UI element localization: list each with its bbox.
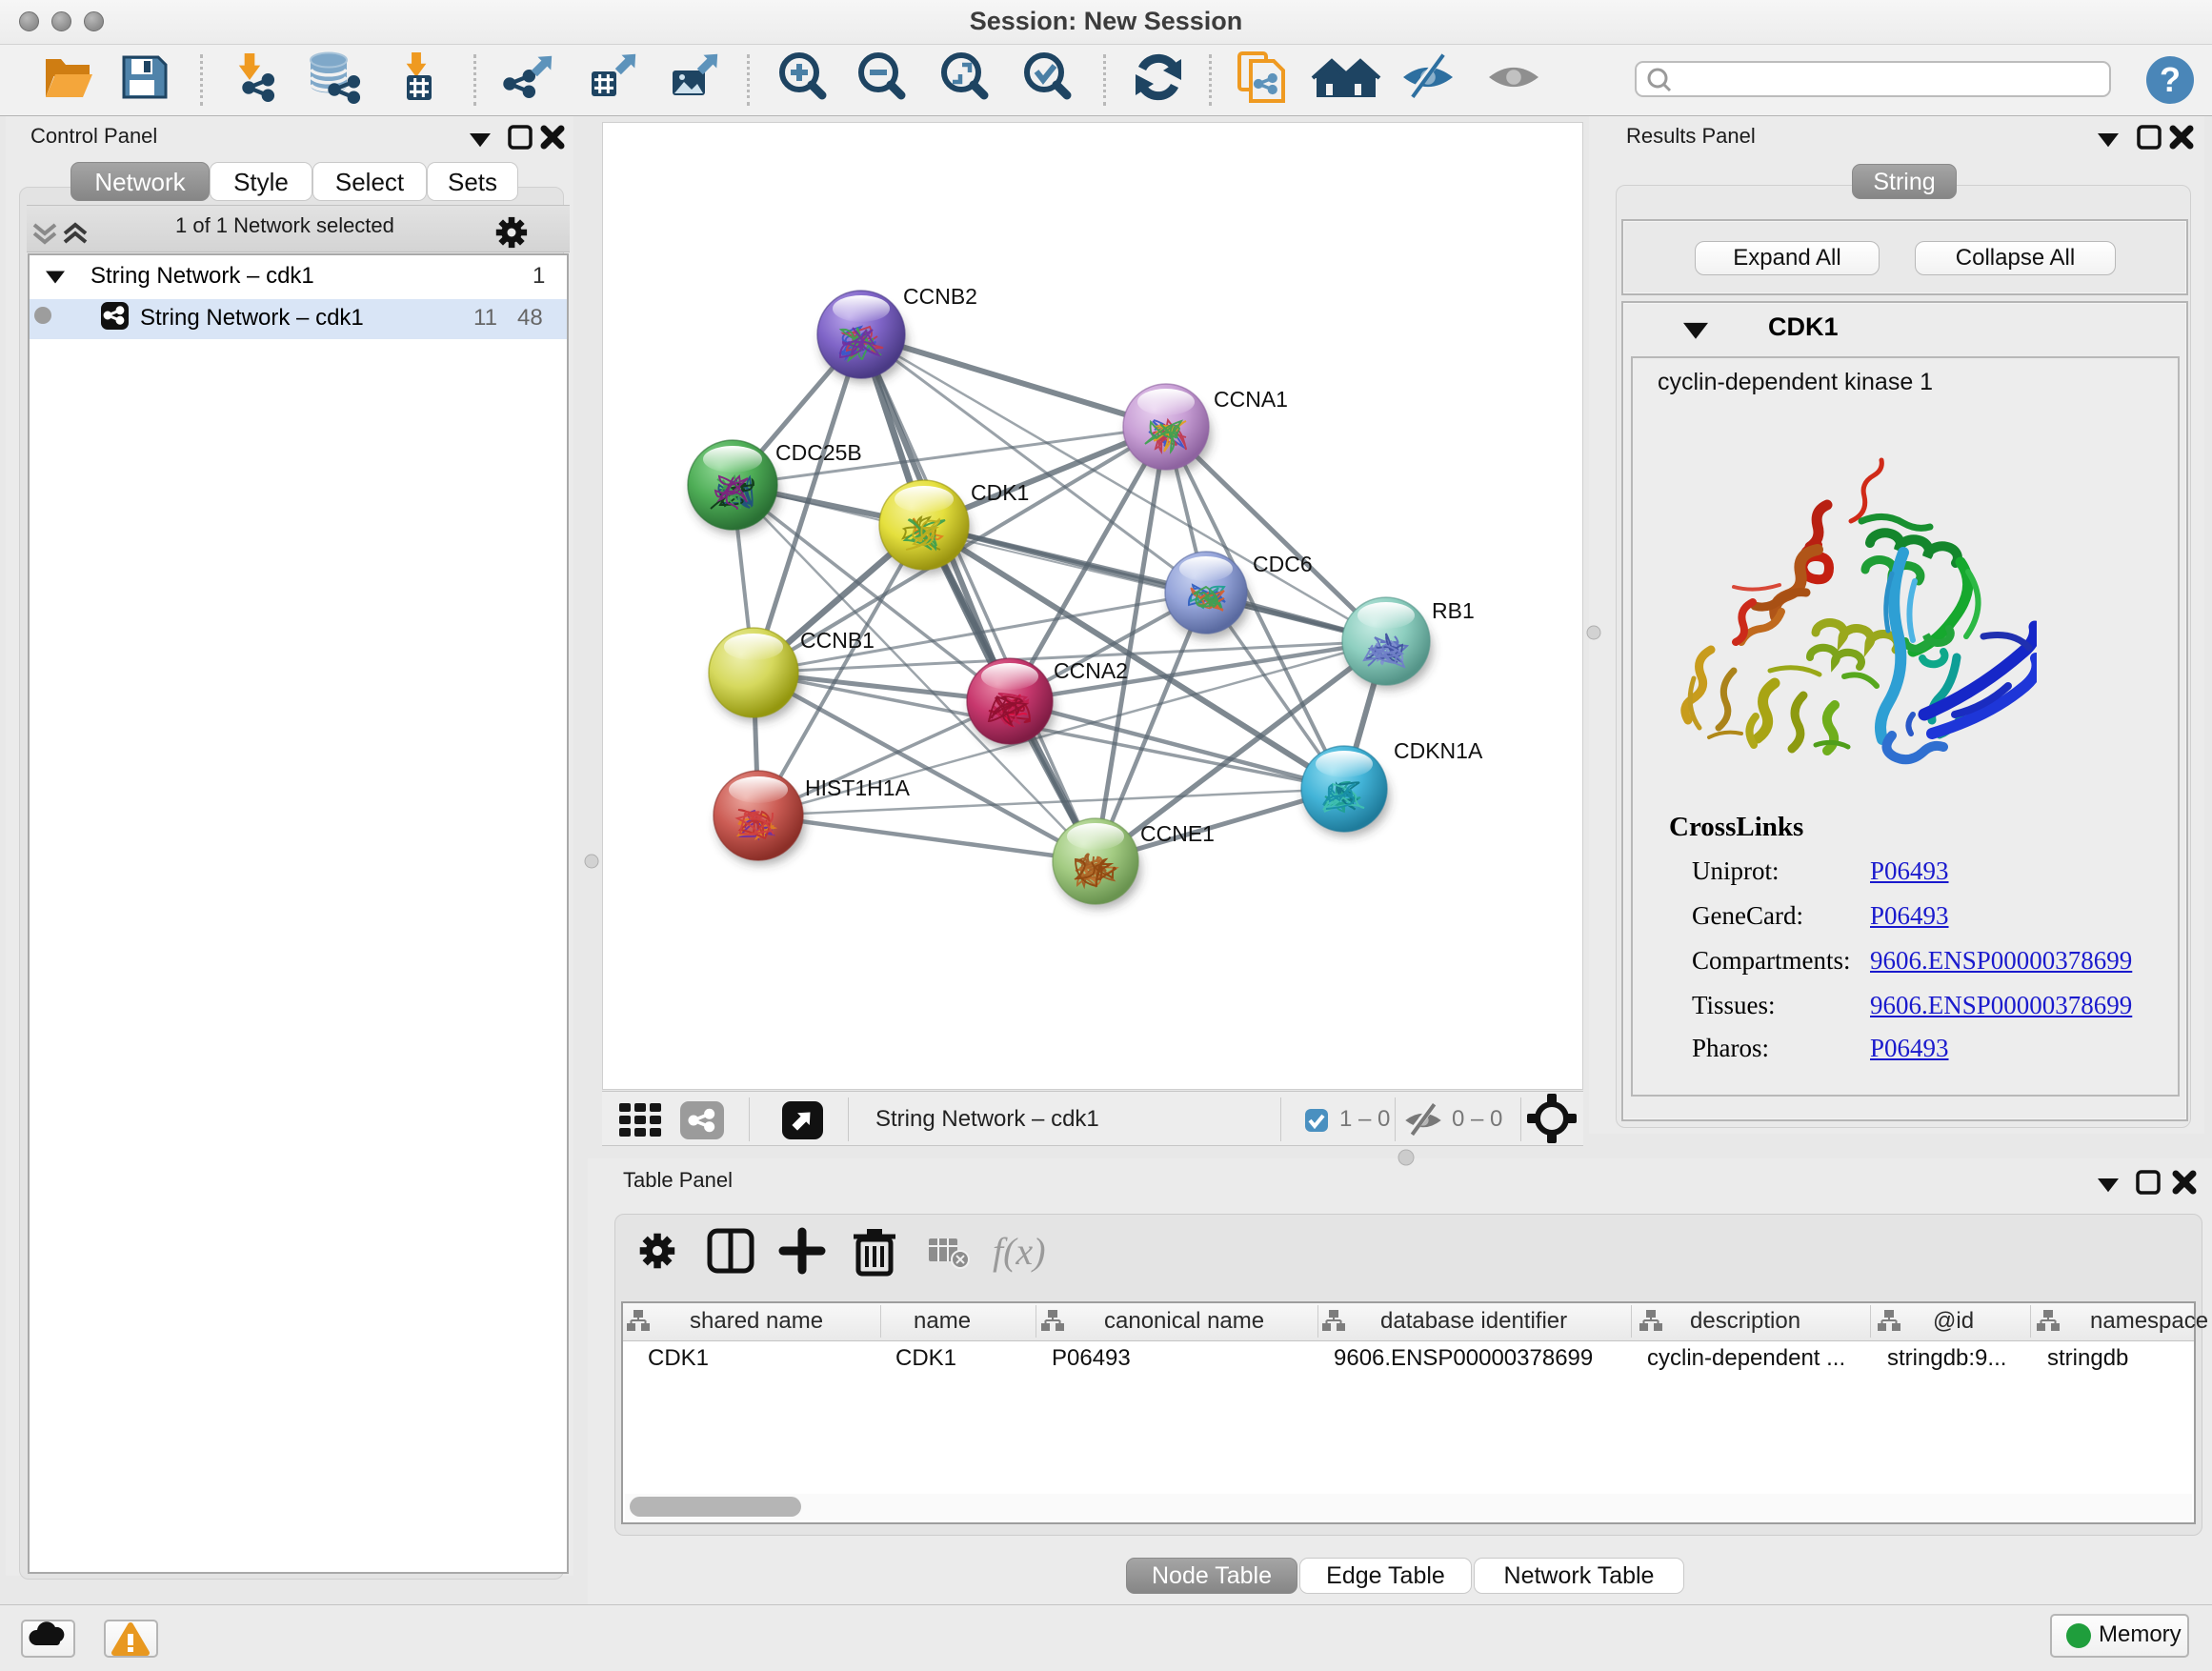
svg-text:CCNA1: CCNA1: [1214, 387, 1288, 412]
svg-text:CCNA2: CCNA2: [1054, 658, 1128, 683]
svg-text:CDC25B: CDC25B: [775, 440, 862, 465]
svg-text:RB1: RB1: [1432, 598, 1475, 623]
svg-text:CDC6: CDC6: [1253, 552, 1313, 576]
svg-text:CCNE1: CCNE1: [1140, 821, 1215, 846]
svg-text:CCNB2: CCNB2: [903, 284, 977, 309]
svg-text:CDK1: CDK1: [971, 480, 1029, 505]
svg-text:CDKN1A: CDKN1A: [1394, 738, 1483, 763]
svg-text:CCNB1: CCNB1: [800, 628, 875, 653]
svg-text:HIST1H1A: HIST1H1A: [805, 775, 911, 800]
